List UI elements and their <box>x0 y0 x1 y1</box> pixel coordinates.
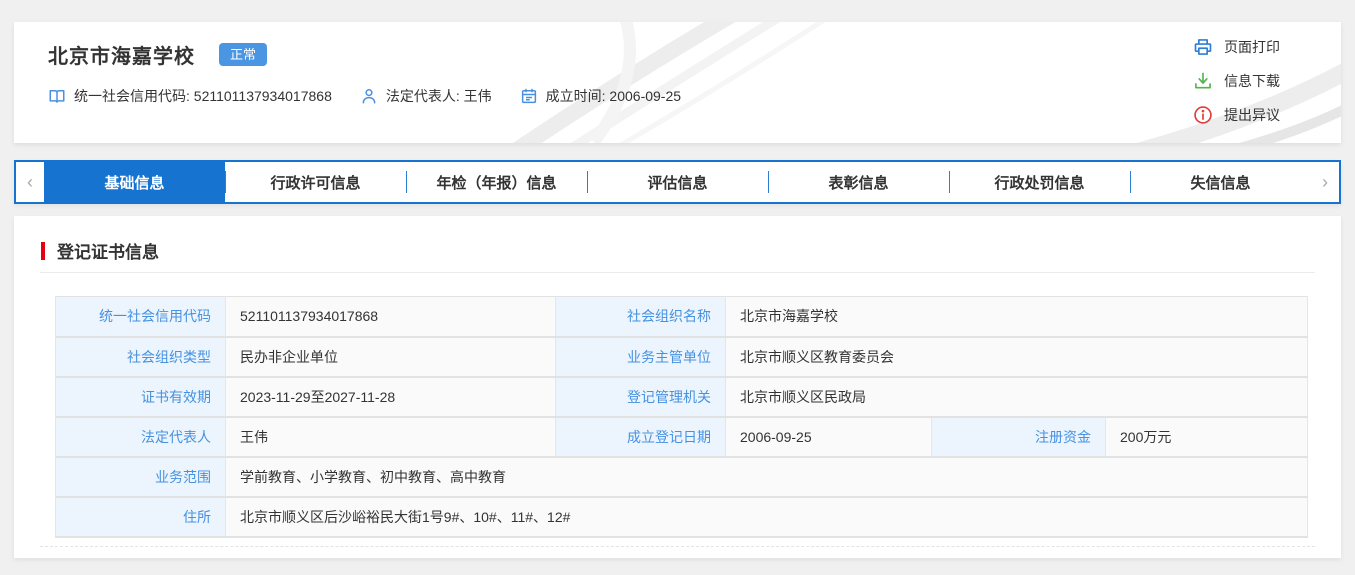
tab-assessment-info[interactable]: 评估信息 <box>587 162 768 202</box>
section-title: 登记证书信息 <box>57 243 159 262</box>
legal-rep-item: 法定代表人: 王伟 <box>360 86 492 106</box>
registration-table: 统一社会信用代码 521101137934017868 社会组织名称 北京市海嘉… <box>55 296 1309 538</box>
print-page-label: 页面打印 <box>1224 39 1280 55</box>
field-label: 社会组织类型 <box>55 336 226 378</box>
tabs-prev-arrow[interactable]: ‹ <box>16 162 44 202</box>
field-value: 北京市顺义区教育委员会 <box>724 336 1309 378</box>
field-value: 民办非企业单位 <box>225 336 556 378</box>
table-row: 统一社会信用代码 521101137934017868 社会组织名称 北京市海嘉… <box>55 296 1309 338</box>
legal-rep-text: 法定代表人: 王伟 <box>385 88 492 104</box>
field-value: 521101137934017868 <box>225 296 556 338</box>
field-value: 2006-09-25 <box>725 416 932 458</box>
credit-code-text: 统一社会信用代码: 521101137934017868 <box>74 88 332 104</box>
table-row: 法定代表人 王伟 成立登记日期 2006-09-25 注册资金 200万元 <box>55 416 1309 458</box>
person-icon <box>360 87 378 105</box>
header-actions: 页面打印 信息下载 提出异议 <box>1193 36 1280 138</box>
download-info-label: 信息下载 <box>1224 73 1280 89</box>
tab-admin-penalty-info[interactable]: 行政处罚信息 <box>949 162 1130 202</box>
field-label: 证书有效期 <box>55 376 226 418</box>
tab-admin-license-info[interactable]: 行政许可信息 <box>225 162 406 202</box>
download-info-button[interactable]: 信息下载 <box>1193 70 1280 92</box>
tab-dishonesty-info[interactable]: 失信信息 <box>1130 162 1311 202</box>
table-row: 社会组织类型 民办非企业单位 业务主管单位 北京市顺义区教育委员会 <box>55 336 1309 378</box>
book-icon <box>48 87 66 105</box>
calendar-icon <box>520 87 538 105</box>
field-label: 登记管理机关 <box>555 376 726 418</box>
field-value: 200万元 <box>1104 416 1309 458</box>
field-value: 北京市海嘉学校 <box>724 296 1309 338</box>
field-label: 法定代表人 <box>55 416 226 458</box>
tab-annual-check-info[interactable]: 年检（年报）信息 <box>406 162 587 202</box>
info-tab-bar: ‹ 基础信息 行政许可信息 年检（年报）信息 评估信息 表彰信息 行政处罚信息 … <box>14 160 1341 204</box>
field-label: 统一社会信用代码 <box>55 296 226 338</box>
credit-code-item: 统一社会信用代码: 521101137934017868 <box>48 86 332 106</box>
field-label: 成立登记日期 <box>555 416 726 458</box>
raise-objection-label: 提出异议 <box>1224 107 1280 123</box>
field-label: 注册资金 <box>931 416 1106 458</box>
org-header-card: 北京市海嘉学校 正常 统一社会信用代码: 521101137934017868 … <box>14 22 1341 143</box>
page-title: 北京市海嘉学校 <box>48 46 195 68</box>
registration-info-card: 登记证书信息 统一社会信用代码 521101137934017868 社会组织名… <box>14 216 1341 558</box>
download-icon <box>1193 71 1213 91</box>
table-row: 业务范围 学前教育、小学教育、初中教育、高中教育 <box>55 456 1309 498</box>
tabs-next-arrow[interactable]: › <box>1311 162 1339 202</box>
field-value: 2023-11-29至2027-11-28 <box>225 376 556 418</box>
dispute-icon <box>1193 105 1213 125</box>
org-info-row: 统一社会信用代码: 521101137934017868 法定代表人: 王伟 成… <box>48 86 681 106</box>
established-text: 成立时间: 2006-09-25 <box>545 88 682 104</box>
page: { "header": { "title": "北京市海嘉学校", "statu… <box>0 0 1355 575</box>
field-value: 学前教育、小学教育、初中教育、高中教育 <box>224 456 1309 498</box>
field-label: 业务主管单位 <box>555 336 726 378</box>
table-row: 证书有效期 2023-11-29至2027-11-28 登记管理机关 北京市顺义… <box>55 376 1309 418</box>
print-page-button[interactable]: 页面打印 <box>1193 36 1280 58</box>
tab-basic-info[interactable]: 基础信息 <box>44 162 225 202</box>
bottom-dashed-divider <box>40 546 1315 547</box>
field-value: 北京市顺义区民政局 <box>724 376 1309 418</box>
status-badge: 正常 <box>219 43 268 66</box>
field-label: 业务范围 <box>55 456 226 498</box>
raise-objection-button[interactable]: 提出异议 <box>1193 104 1280 126</box>
field-label: 住所 <box>55 496 226 538</box>
field-value: 北京市顺义区后沙峪裕民大街1号9#、10#、11#、12# <box>224 496 1309 538</box>
field-label: 社会组织名称 <box>555 296 726 338</box>
section-divider <box>40 272 1315 273</box>
established-item: 成立时间: 2006-09-25 <box>520 86 681 106</box>
section-header: 登记证书信息 <box>41 238 159 263</box>
section-marker-bar <box>41 241 45 260</box>
tab-commendation-info[interactable]: 表彰信息 <box>768 162 949 202</box>
table-row: 住所 北京市顺义区后沙峪裕民大街1号9#、10#、11#、12# <box>55 496 1309 538</box>
field-value: 王伟 <box>225 416 556 458</box>
printer-icon <box>1193 37 1213 57</box>
